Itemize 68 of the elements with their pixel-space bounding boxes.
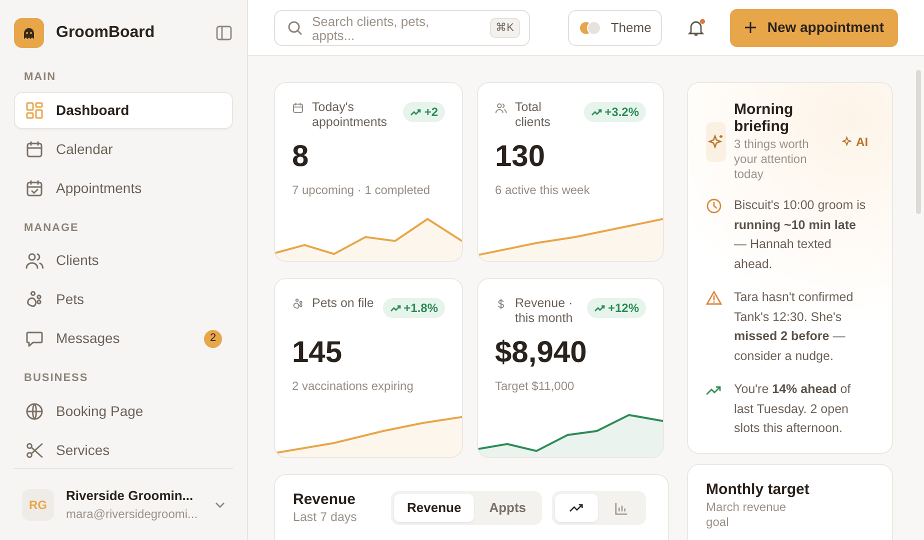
- tab[interactable]: Revenue: [394, 494, 474, 522]
- briefing-title: Morning briefing: [734, 101, 794, 135]
- scrollbar[interactable]: [916, 70, 921, 214]
- stat-value: 130: [494, 139, 546, 175]
- stat-label: Revenue · this month: [515, 296, 574, 326]
- stat-value: 8: [291, 139, 310, 175]
- paw-icon: [292, 298, 304, 310]
- stat-caption: 2 vaccinations expiring: [291, 378, 414, 395]
- nav-item[interactable]: Clients: [14, 242, 233, 279]
- card-subtitle: March revenue goal: [706, 500, 788, 530]
- briefing-text: Biscuit's 10:00 groom is running ~10 min late — Hannah texted ahead.: [734, 197, 867, 272]
- warning-icon: [706, 290, 722, 306]
- briefing-subtitle: 3 things worth your attention today: [734, 137, 810, 182]
- stat-value: 145: [291, 335, 344, 371]
- new-appointment-button[interactable]: New appointment: [730, 8, 898, 46]
- chat-icon: [25, 329, 44, 348]
- bar-chart-icon: [614, 501, 630, 516]
- nav-item[interactable]: Appointments: [14, 170, 233, 206]
- account-name: Riverside Groomin...: [66, 486, 194, 505]
- nav-item[interactable]: Pets: [14, 281, 233, 318]
- delta-badge: +12%: [586, 298, 646, 318]
- nav-item[interactable]: Booking Page: [14, 392, 233, 430]
- delta-badge: +2: [403, 102, 445, 122]
- bell-icon: [687, 18, 706, 36]
- scissors-icon: [25, 440, 44, 460]
- nav-item[interactable]: Messages 2: [14, 320, 233, 357]
- theme-toggle[interactable]: Theme: [568, 10, 662, 46]
- people-icon: [25, 251, 44, 270]
- avatar: RG: [22, 488, 54, 520]
- section-label: MAIN: [23, 70, 58, 85]
- line-chart-toggle[interactable]: [555, 494, 598, 522]
- calendar-icon: [25, 140, 44, 158]
- briefing-text: You're 14% ahead of last Tuesday. 2 open slots this afternoon.: [734, 381, 852, 437]
- brand-name: GroomBoard: [56, 23, 156, 43]
- people-icon: [495, 102, 507, 114]
- nav-item[interactable]: Services: [14, 432, 233, 468]
- briefing-text: Tara hasn't confirmed Tank's 12:30. She's missed 2 before — consider a nudge.: [734, 289, 854, 365]
- chart-title: Revenue: [293, 491, 357, 508]
- chart-subtitle: Last 7 days: [293, 510, 358, 525]
- stat-label: Pets on file: [312, 296, 375, 311]
- stat-caption: Target $11,000: [494, 378, 576, 395]
- stat-label: Today's appointments: [312, 100, 388, 130]
- calendar-icon: [292, 102, 304, 114]
- grid-icon: [25, 100, 44, 120]
- stat-value: $8,940: [494, 335, 588, 371]
- logo-icon: [14, 18, 44, 48]
- delta-badge: +1.8%: [382, 298, 445, 318]
- section-label: BUSINESS: [23, 371, 90, 386]
- calendar-check-icon: [25, 178, 44, 198]
- nav-item[interactable]: Calendar: [14, 130, 233, 168]
- paw-icon: [25, 290, 44, 309]
- tab[interactable]: Appts: [476, 494, 540, 522]
- card-title: Monthly target: [706, 481, 810, 498]
- plus-icon: [744, 21, 758, 34]
- section-label: MANAGE: [23, 220, 80, 236]
- clock-icon: [706, 198, 722, 214]
- delta-badge: +3.2%: [584, 102, 646, 122]
- globe-icon: [25, 402, 44, 420]
- nav-item[interactable]: Dashboard: [14, 92, 233, 128]
- unread-count: 2: [204, 330, 222, 348]
- stat-caption: 6 active this week: [494, 182, 591, 199]
- sparkle-icon: [706, 122, 726, 162]
- stat-caption: 7 upcoming · 1 completed: [291, 182, 432, 199]
- stat-label: Total clients: [515, 100, 552, 130]
- chevron-down-icon[interactable]: [215, 502, 225, 508]
- toggle-icon: [578, 20, 603, 34]
- dollar-icon: [495, 298, 507, 310]
- account-email: mara@riversidegroomi...: [66, 506, 199, 524]
